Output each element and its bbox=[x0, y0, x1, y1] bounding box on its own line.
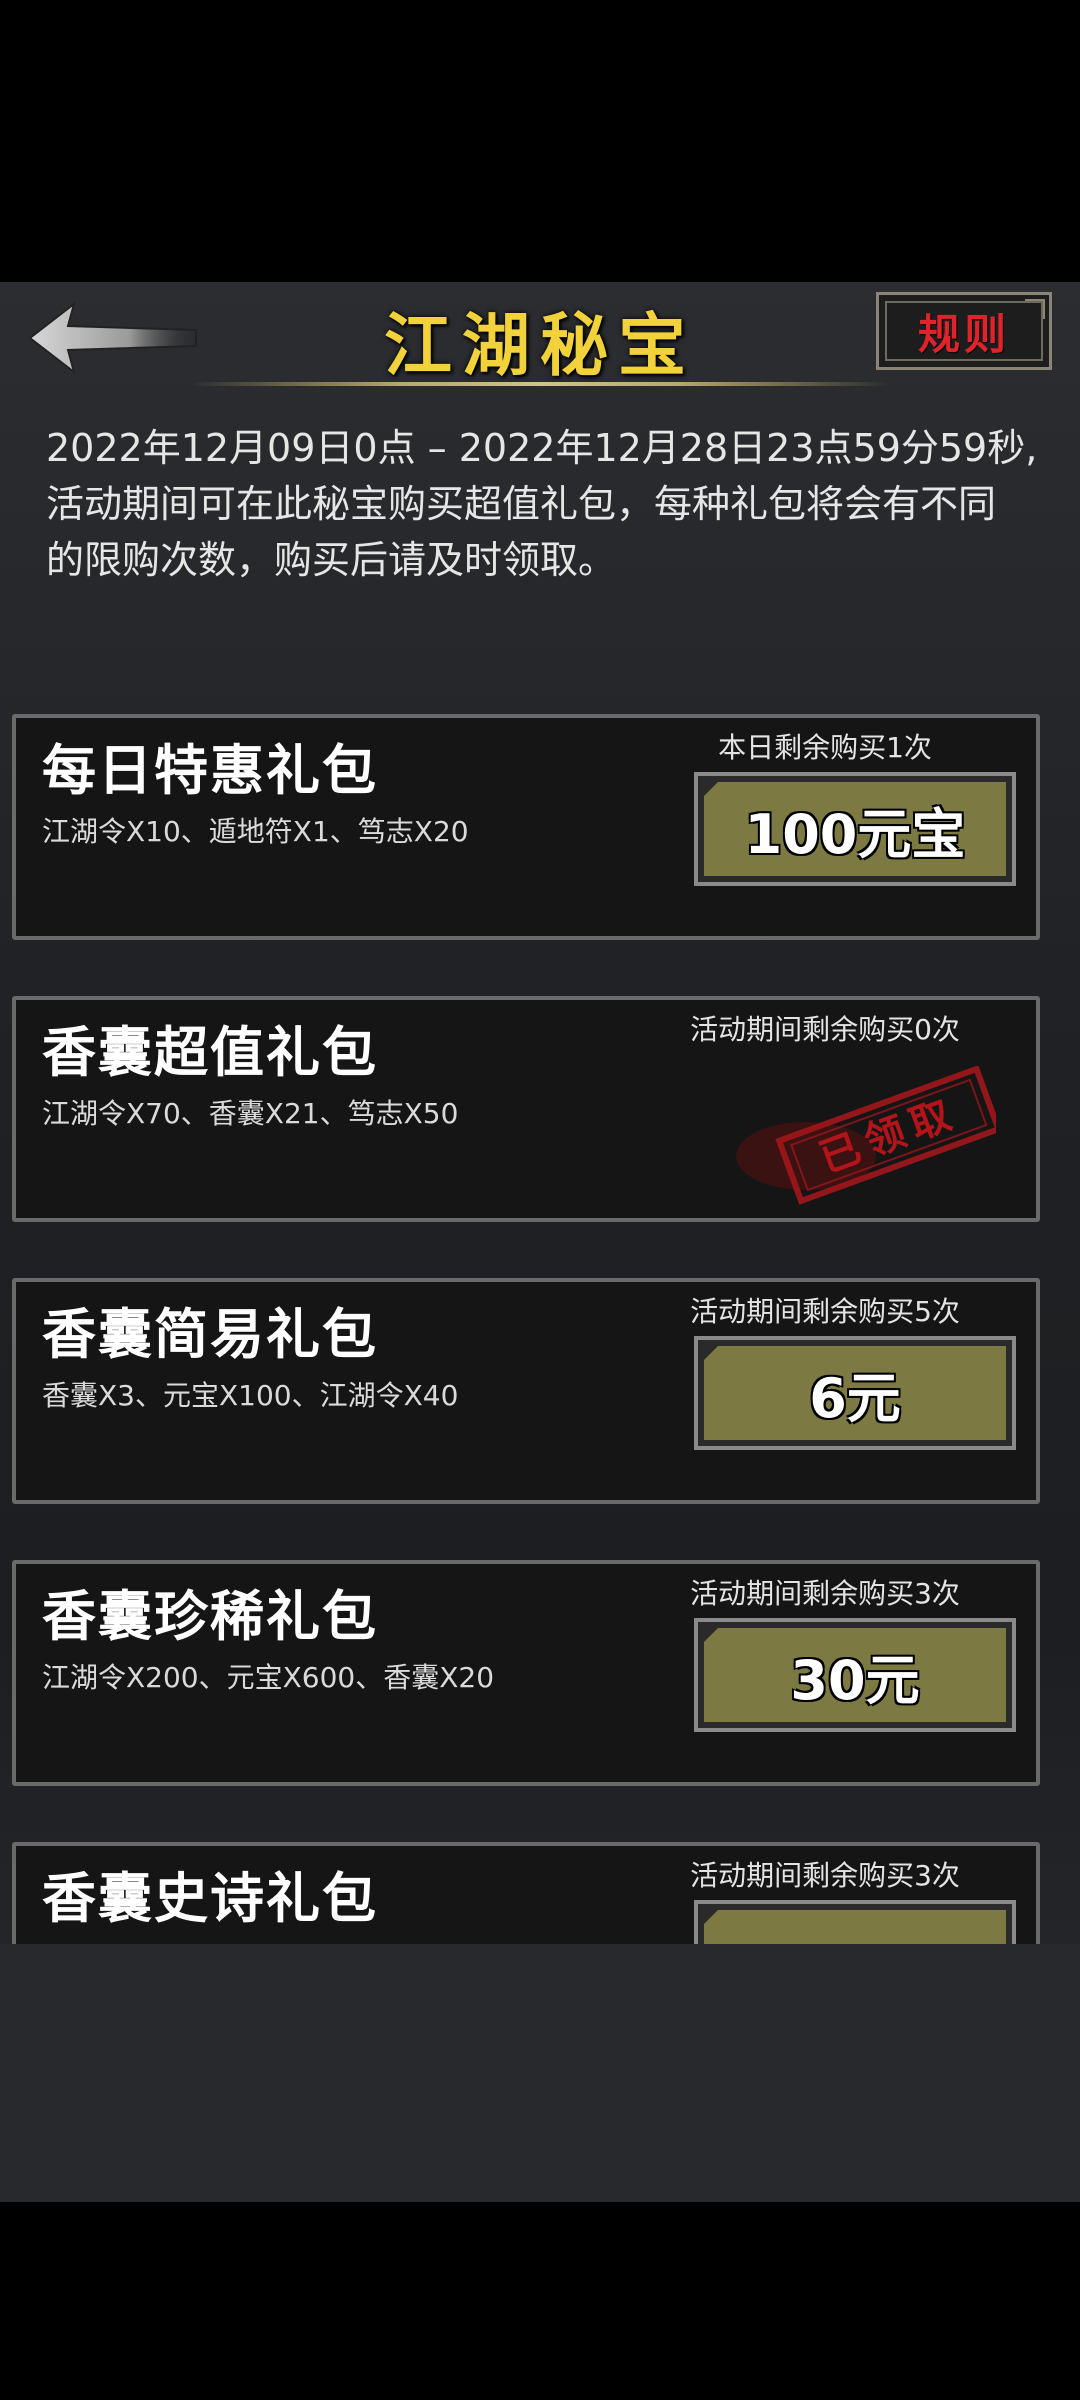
purchase-limit: 活动期间剩余购买3次 bbox=[690, 1577, 960, 1610]
buy-price: 30元 bbox=[790, 1648, 920, 1712]
rules-corner-ornament bbox=[1025, 299, 1045, 319]
buy-button[interactable]: 30元 bbox=[694, 1618, 1016, 1732]
buy-button-face: 6元 bbox=[704, 1346, 1006, 1440]
package-card-value: 香囊超值礼包 江湖令X70、香囊X21、笃志X50 活动期间剩余购买0次 已领取 bbox=[12, 996, 1040, 1222]
buy-button[interactable]: 100元宝 bbox=[694, 772, 1016, 886]
package-items: 香囊X3、元宝X100、江湖令X40 bbox=[42, 1379, 459, 1412]
description-line-3: 的限购次数，购买后请及时领取。 bbox=[46, 538, 617, 582]
buy-price: 100元宝 bbox=[744, 802, 966, 866]
package-title: 香囊超值礼包 bbox=[42, 1021, 378, 1084]
purchase-limit: 活动期间剩余购买0次 bbox=[690, 1013, 960, 1046]
rules-button[interactable]: 规则 bbox=[876, 292, 1052, 370]
buy-button[interactable]: 6元 bbox=[694, 1336, 1016, 1450]
rules-frame: 规则 bbox=[885, 301, 1043, 361]
package-title: 香囊珍稀礼包 bbox=[42, 1585, 378, 1648]
package-card-simple: 香囊简易礼包 香囊X3、元宝X100、江湖令X40 活动期间剩余购买5次 6元 bbox=[12, 1278, 1040, 1504]
package-items: 江湖令X10、遁地符X1、笃志X20 bbox=[42, 815, 469, 848]
event-description: 2022年12月09日0点 – 2022年12月28日23点59分59秒, 活动… bbox=[46, 420, 1046, 588]
app-screen: 江湖秘宝 规则 2022年12月09日0点 – 2022年12月28日23点59… bbox=[0, 282, 1080, 2202]
package-title: 香囊简易礼包 bbox=[42, 1303, 378, 1366]
buy-button-face: 100元宝 bbox=[704, 782, 1006, 876]
purchase-limit: 活动期间剩余购买3次 bbox=[690, 1859, 960, 1892]
package-items: 江湖令X200、元宝X600、香囊X20 bbox=[42, 1661, 495, 1694]
buy-button-face: 30元 bbox=[704, 1628, 1006, 1722]
description-line-1: 2022年12月09日0点 – 2022年12月28日23点59分59秒, bbox=[46, 426, 1038, 470]
rules-label: 规则 bbox=[917, 309, 1010, 359]
purchase-limit: 本日剩余购买1次 bbox=[718, 731, 932, 764]
package-card-daily: 每日特惠礼包 江湖令X10、遁地符X1、笃志X20 本日剩余购买1次 100元宝 bbox=[12, 714, 1040, 940]
purchase-limit: 活动期间剩余购买5次 bbox=[690, 1295, 960, 1328]
claimed-stamp: 已领取 bbox=[736, 1065, 1003, 1206]
list-bottom-area bbox=[0, 1944, 1080, 2202]
title-divider bbox=[190, 382, 890, 386]
claimed-stamp-graphic: 已领取 bbox=[736, 1065, 1003, 1205]
package-title: 香囊史诗礼包 bbox=[42, 1867, 378, 1930]
package-items: 江湖令X70、香囊X21、笃志X50 bbox=[42, 1097, 459, 1130]
buy-price: 6元 bbox=[809, 1366, 901, 1430]
description-line-2: 活动期间可在此秘宝购买超值礼包，每种礼包将会有不同 bbox=[46, 482, 997, 526]
package-title: 每日特惠礼包 bbox=[42, 739, 378, 802]
package-card-rare: 香囊珍稀礼包 江湖令X200、元宝X600、香囊X20 活动期间剩余购买3次 3… bbox=[12, 1560, 1040, 1786]
